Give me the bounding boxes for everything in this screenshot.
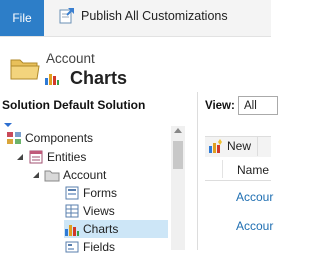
- scroll-up-arrow-icon[interactable]: [174, 128, 182, 133]
- tree-item-entities[interactable]: Entities: [16, 148, 86, 166]
- tree-item-components[interactable]: Components: [6, 129, 93, 147]
- tree-item-fields[interactable]: Fields: [64, 238, 115, 256]
- components-icon: [7, 132, 21, 144]
- select-all-column[interactable]: [210, 160, 223, 178]
- grid-row-link[interactable]: Accour: [236, 190, 273, 204]
- page-title: Charts: [70, 68, 128, 88]
- tree-item-label: Entities: [47, 150, 87, 164]
- charts-icon: [65, 225, 79, 236]
- tree-item-label: Account: [63, 168, 107, 182]
- entities-icon: [29, 150, 43, 164]
- expanded-triangle-icon: [17, 154, 23, 160]
- account-folder-icon: [44, 170, 60, 182]
- publish-icon: [59, 8, 74, 24]
- entity-name: Account: [46, 51, 95, 66]
- view-select[interactable]: All: [238, 96, 278, 115]
- tree-item-account[interactable]: Account: [32, 166, 106, 184]
- fields-icon: [65, 241, 79, 253]
- publish-label: Publish All Customizations: [81, 9, 228, 23]
- pane-divider: [197, 92, 198, 250]
- tree-item-label: Forms: [83, 186, 117, 200]
- file-tab[interactable]: File: [0, 0, 44, 36]
- tree-item-label: Fields: [83, 240, 116, 254]
- solution-tree: Components Entities Account Forms Views: [0, 116, 187, 254]
- forms-icon: [65, 186, 79, 200]
- new-chart-icon: [209, 139, 222, 153]
- collapse-arrow-icon: [4, 123, 12, 127]
- tree-item-label: Components: [25, 131, 94, 145]
- expanded-triangle-icon: [33, 172, 39, 178]
- chart-icon: [45, 74, 59, 85]
- folder-icon: [10, 59, 40, 80]
- view-label: View:: [205, 100, 235, 112]
- new-label: New: [227, 139, 252, 153]
- tree-item-label: Views: [83, 204, 115, 218]
- solution-label: Solution Default Solution: [2, 98, 146, 112]
- tree-item-views[interactable]: Views: [64, 202, 115, 220]
- tree-item-label: Charts: [83, 222, 119, 236]
- publish-all-button[interactable]: Publish All Customizations: [58, 5, 228, 27]
- toolbar-separator: [257, 136, 258, 156]
- tree-item-charts[interactable]: Charts: [64, 220, 168, 238]
- column-header-name[interactable]: Name: [237, 163, 269, 177]
- views-icon: [65, 204, 79, 218]
- tree-item-forms[interactable]: Forms: [64, 184, 117, 202]
- new-button[interactable]: New: [208, 137, 251, 155]
- tree-scrollbar-thumb[interactable]: [173, 141, 183, 169]
- grid-row-link[interactable]: Accour: [236, 219, 273, 233]
